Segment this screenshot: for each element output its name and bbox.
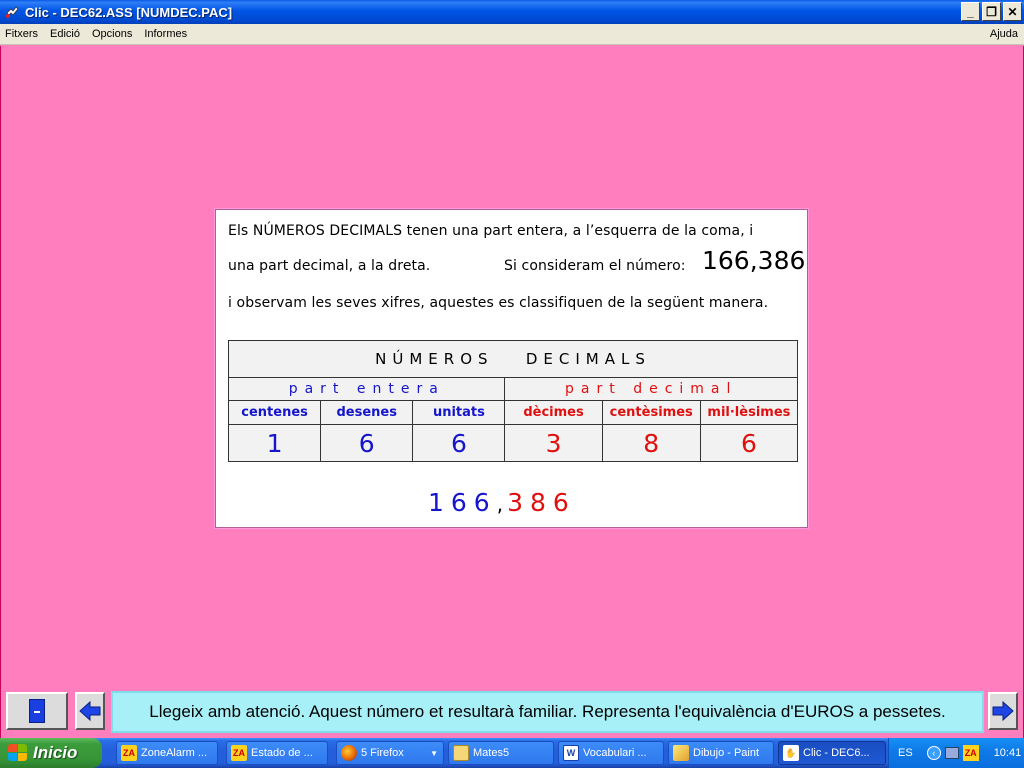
part-decimal-header: part decimal — [504, 377, 798, 401]
taskbar-item-label: ZoneAlarm ... — [141, 747, 208, 759]
intro-line-1: Els NÚMEROS DECIMALS tenen una part ente… — [228, 223, 754, 239]
zonealarm-tray-icon[interactable]: ZA — [962, 745, 979, 761]
digit-decimes: 3 — [504, 424, 603, 462]
table-title: NÚMEROS DECIMALS — [228, 340, 798, 378]
taskbar-item-label: Vocabulari ... — [583, 747, 647, 759]
system-tray: ES ‹ ZA 10:41 — [888, 738, 1024, 768]
menu-ajuda[interactable]: Ajuda — [990, 28, 1018, 40]
label-unitats: unitats — [412, 400, 506, 425]
decimal-place-table: NÚMEROS DECIMALS part entera part decima… — [227, 340, 799, 462]
folder-icon — [453, 745, 469, 761]
label-centesimes: centèsimes — [601, 400, 701, 425]
label-desenes: desenes — [320, 400, 414, 425]
taskbar-item-estado[interactable]: ZA Estado de ... — [226, 741, 328, 765]
taskbar-item-label: Dibujo - Paint — [693, 747, 760, 759]
arrow-right-icon — [992, 700, 1014, 722]
door-icon — [29, 699, 45, 723]
digit-unitats: 6 — [412, 424, 506, 462]
spaced-number-integer: 166 — [428, 488, 497, 517]
menu-door-button[interactable] — [6, 692, 68, 730]
windows-logo-icon — [8, 744, 28, 762]
previous-button[interactable] — [75, 692, 105, 730]
taskbar-item-clic[interactable]: ✋ Clic - DEC6... — [778, 741, 886, 765]
start-button[interactable]: Inicio — [0, 738, 102, 768]
zonealarm-icon: ZA — [231, 745, 247, 761]
clock[interactable]: 10:41 — [994, 747, 1022, 759]
next-button[interactable] — [988, 692, 1018, 730]
digit-millesimes: 6 — [699, 424, 799, 462]
taskbar-item-label: Estado de ... — [251, 747, 313, 759]
digit-desenes: 6 — [320, 424, 414, 462]
taskbar-item-label: Mates5 — [473, 747, 510, 759]
taskbar-item-paint[interactable]: Dibujo - Paint — [668, 741, 774, 765]
taskbar: Inicio ZA ZoneAlarm ... ZA Estado de ...… — [0, 738, 1024, 768]
label-millesimes: mil·lèsimes — [699, 400, 799, 425]
featured-number: 166,386 — [702, 246, 806, 275]
clic-icon: ✋ — [783, 745, 799, 761]
spaced-number: 166,386 — [428, 488, 576, 517]
arrow-left-icon — [79, 700, 101, 722]
spaced-number-comma: , — [496, 492, 508, 516]
taskbar-item-zonealarm[interactable]: ZA ZoneAlarm ... — [116, 741, 218, 765]
digit-centesimes: 8 — [601, 424, 701, 462]
tray-expand-icon[interactable]: ‹ — [926, 746, 941, 760]
network-icon[interactable] — [944, 747, 959, 759]
label-centenes: centenes — [227, 400, 322, 425]
clic-app-icon — [4, 4, 20, 20]
menu-bar: Fitxers Edició Opcions Informes Ajuda — [0, 24, 1024, 45]
taskbar-item-label: 5 Firefox — [361, 747, 404, 759]
close-button[interactable]: ✕ — [1003, 2, 1022, 21]
intro-line-3: i observam les seves xifres, aquestes es… — [228, 295, 769, 311]
digit-centenes: 1 — [227, 424, 322, 462]
firefox-icon — [341, 745, 357, 761]
menu-opcions[interactable]: Opcions — [86, 28, 138, 40]
start-label: Inicio — [33, 743, 78, 762]
window-title: Clic - DEC62.ASS [NUMDEC.PAC] — [25, 4, 233, 20]
intro-line-2b: Si consideram el número: — [504, 258, 686, 274]
language-indicator[interactable]: ES — [898, 747, 913, 759]
content-panel: Els NÚMEROS DECIMALS tenen una part ente… — [215, 209, 808, 528]
taskbar-item-label: Clic - DEC6... — [803, 747, 870, 759]
restore-button[interactable]: ❐ — [982, 2, 1001, 21]
title-bar[interactable]: Clic - DEC62.ASS [NUMDEC.PAC] _ ❐ ✕ — [0, 0, 1024, 24]
word-icon: W — [563, 745, 579, 761]
part-entera-header: part entera — [227, 377, 506, 401]
taskbar-item-firefox[interactable]: 5 Firefox ▼ — [336, 741, 444, 765]
menu-fitxers[interactable]: Fitxers — [0, 28, 44, 40]
intro-line-2: una part decimal, a la dreta. — [228, 258, 431, 274]
menu-edicio[interactable]: Edició — [44, 28, 86, 40]
taskbar-item-vocabulari[interactable]: W Vocabulari ... — [558, 741, 664, 765]
minimize-button[interactable]: _ — [961, 2, 980, 21]
chevron-down-icon: ▼ — [430, 748, 438, 758]
label-decimes: dècimes — [504, 400, 603, 425]
zonealarm-icon: ZA — [121, 745, 137, 761]
paint-icon — [673, 745, 689, 761]
instruction-message: Llegeix amb atenció. Aquest número et re… — [111, 691, 984, 733]
spaced-number-decimal: 386 — [507, 488, 576, 517]
menu-informes[interactable]: Informes — [138, 28, 193, 40]
taskbar-item-mates5[interactable]: Mates5 — [448, 741, 554, 765]
